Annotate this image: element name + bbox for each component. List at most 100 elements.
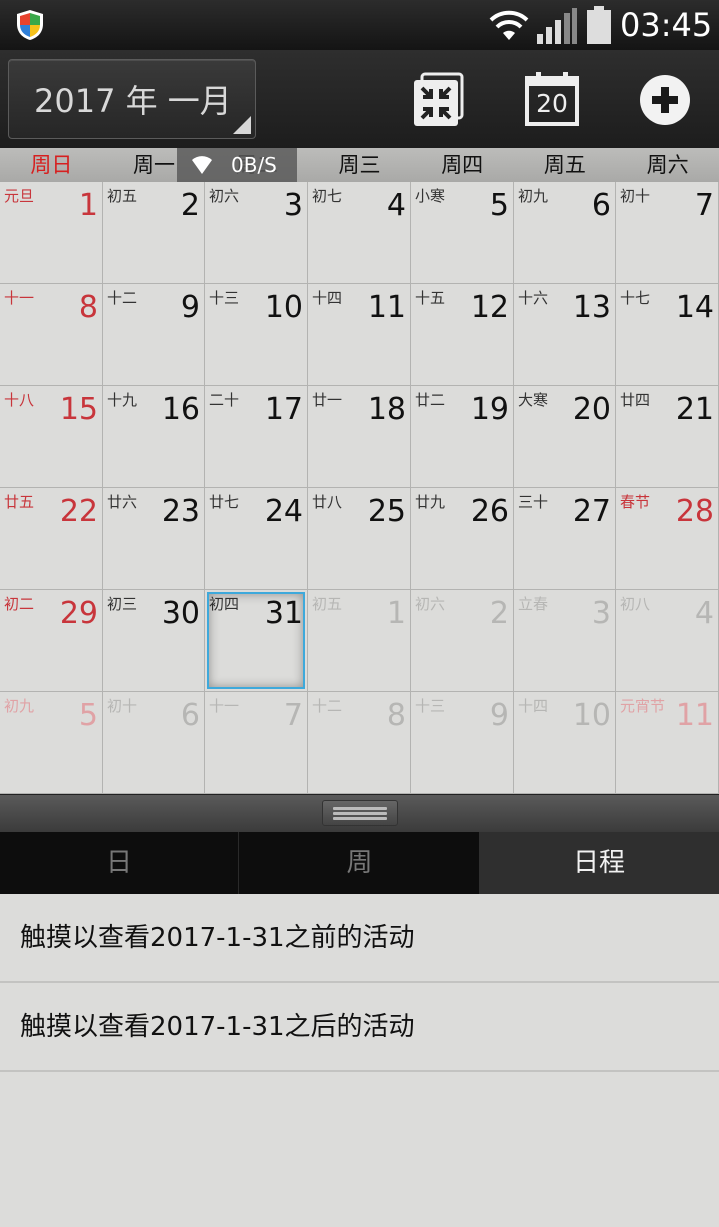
day-cell[interactable]: 十七 14 (616, 284, 719, 386)
day-cell[interactable]: 初十 6 (103, 692, 205, 794)
day-cell[interactable]: 廿四 21 (616, 386, 719, 488)
signal-icon (537, 8, 577, 44)
lunar-date-label: 大寒 (518, 391, 549, 409)
today-calendar-button[interactable]: 20 (524, 72, 580, 128)
day-cell[interactable]: 十六 13 (514, 284, 616, 386)
day-number: 29 (59, 596, 98, 631)
day-cell[interactable]: 初八 4 (616, 590, 719, 692)
day-cell[interactable]: 初九 6 (514, 182, 616, 284)
day-number: 22 (59, 494, 98, 529)
day-cell[interactable]: 初七 4 (308, 182, 411, 284)
tab-agenda[interactable]: 日程 (479, 832, 719, 894)
month-label: 2017 年 一月 (34, 82, 232, 120)
battery-icon (587, 6, 611, 44)
day-number: 2 (180, 188, 200, 223)
dropdown-corner-icon (233, 116, 251, 134)
tab-week[interactable]: 周 (240, 832, 479, 894)
drawer-handle[interactable] (322, 800, 398, 826)
lunar-date-label: 十三 (209, 289, 240, 307)
day-cell[interactable]: 春节 28 (616, 488, 719, 590)
day-cell[interactable]: 大寒 20 (514, 386, 616, 488)
month-selector-dropdown[interactable]: 2017 年 一月 (8, 59, 256, 139)
day-number: 23 (161, 494, 200, 529)
action-bar: 2017 年 一月 20 (0, 50, 719, 148)
lunar-date-label: 廿一 (312, 391, 343, 409)
month-grid: 元旦 1 初五 2 初六 3 初七 4 小寒 5 初九 6 初十 7 十一 8 十二 9 十三 10 十四 11 十五 12 十… (0, 182, 719, 794)
day-cell[interactable]: 廿六 23 (103, 488, 205, 590)
day-number: 9 (489, 698, 509, 733)
day-number: 9 (180, 290, 200, 325)
day-number: 4 (386, 188, 406, 223)
lunar-date-label: 廿九 (415, 493, 446, 511)
day-number: 6 (180, 698, 200, 733)
lunar-date-label: 初九 (518, 187, 549, 205)
day-cell[interactable]: 初三 30 (103, 590, 205, 692)
lunar-date-label: 廿七 (209, 493, 240, 511)
day-number: 5 (78, 698, 98, 733)
day-cell[interactable]: 元宵节 11 (616, 692, 719, 794)
weekday-label: 周六 (646, 153, 689, 177)
load-earlier-events-item[interactable]: 触摸以查看2017-1-31之前的活动 (0, 894, 719, 983)
lunar-date-label: 十五 (415, 289, 446, 307)
day-number: 3 (591, 596, 611, 631)
day-cell[interactable]: 十一 8 (0, 284, 103, 386)
day-cell[interactable]: 廿七 24 (205, 488, 308, 590)
day-cell[interactable]: 初四 31 (205, 590, 308, 692)
day-cell[interactable]: 廿五 22 (0, 488, 103, 590)
wifi-icon (192, 156, 212, 174)
day-number: 1 (386, 596, 406, 631)
lunar-date-label: 廿二 (415, 391, 446, 409)
day-number: 10 (264, 290, 303, 325)
day-cell[interactable]: 十五 12 (411, 284, 514, 386)
day-cell[interactable]: 初六 2 (411, 590, 514, 692)
day-cell[interactable]: 十一 7 (205, 692, 308, 794)
day-cell[interactable]: 十三 9 (411, 692, 514, 794)
day-cell[interactable]: 十八 15 (0, 386, 103, 488)
day-cell[interactable]: 十九 16 (103, 386, 205, 488)
day-cell[interactable]: 元旦 1 (0, 182, 103, 284)
day-cell[interactable]: 初五 2 (103, 182, 205, 284)
day-cell[interactable]: 初九 5 (0, 692, 103, 794)
lunar-date-label: 元宵节 (620, 697, 666, 715)
day-number: 7 (694, 188, 714, 223)
today-day-number: 20 (536, 89, 568, 118)
lunar-date-label: 十八 (4, 391, 35, 409)
lunar-date-label: 十二 (107, 289, 138, 307)
day-cell[interactable]: 初六 3 (205, 182, 308, 284)
lunar-date-label: 十七 (620, 289, 651, 307)
lunar-date-label: 廿六 (107, 493, 138, 511)
day-number: 11 (367, 290, 406, 325)
day-cell[interactable]: 十三 10 (205, 284, 308, 386)
day-cell[interactable]: 十二 8 (308, 692, 411, 794)
compress-icon[interactable] (410, 72, 466, 128)
lunar-date-label: 初四 (209, 595, 240, 613)
day-cell[interactable]: 廿九 26 (411, 488, 514, 590)
day-number: 21 (675, 392, 714, 427)
day-cell[interactable]: 廿八 25 (308, 488, 411, 590)
lunar-date-label: 初七 (312, 187, 343, 205)
lunar-date-label: 初十 (620, 187, 651, 205)
lunar-date-label: 三十 (518, 493, 549, 511)
tab-day[interactable]: 日 (0, 832, 239, 894)
day-number: 13 (572, 290, 611, 325)
day-cell[interactable]: 小寒 5 (411, 182, 514, 284)
day-cell[interactable]: 初五 1 (308, 590, 411, 692)
lunar-date-label: 十九 (107, 391, 138, 409)
drawer-bar (0, 794, 719, 832)
lunar-date-label: 小寒 (415, 187, 446, 205)
network-speed: 0B/S (231, 153, 277, 177)
load-later-events-item[interactable]: 触摸以查看2017-1-31之后的活动 (0, 983, 719, 1072)
day-cell[interactable]: 初二 29 (0, 590, 103, 692)
day-cell[interactable]: 廿一 18 (308, 386, 411, 488)
day-cell[interactable]: 三十 27 (514, 488, 616, 590)
day-cell[interactable]: 十四 10 (514, 692, 616, 794)
status-time: 03:45 (620, 6, 713, 44)
shield-icon (17, 10, 43, 40)
day-cell[interactable]: 立春 3 (514, 590, 616, 692)
add-icon[interactable] (637, 72, 693, 128)
day-cell[interactable]: 初十 7 (616, 182, 719, 284)
day-cell[interactable]: 十四 11 (308, 284, 411, 386)
day-cell[interactable]: 廿二 19 (411, 386, 514, 488)
day-cell[interactable]: 二十 17 (205, 386, 308, 488)
day-cell[interactable]: 十二 9 (103, 284, 205, 386)
